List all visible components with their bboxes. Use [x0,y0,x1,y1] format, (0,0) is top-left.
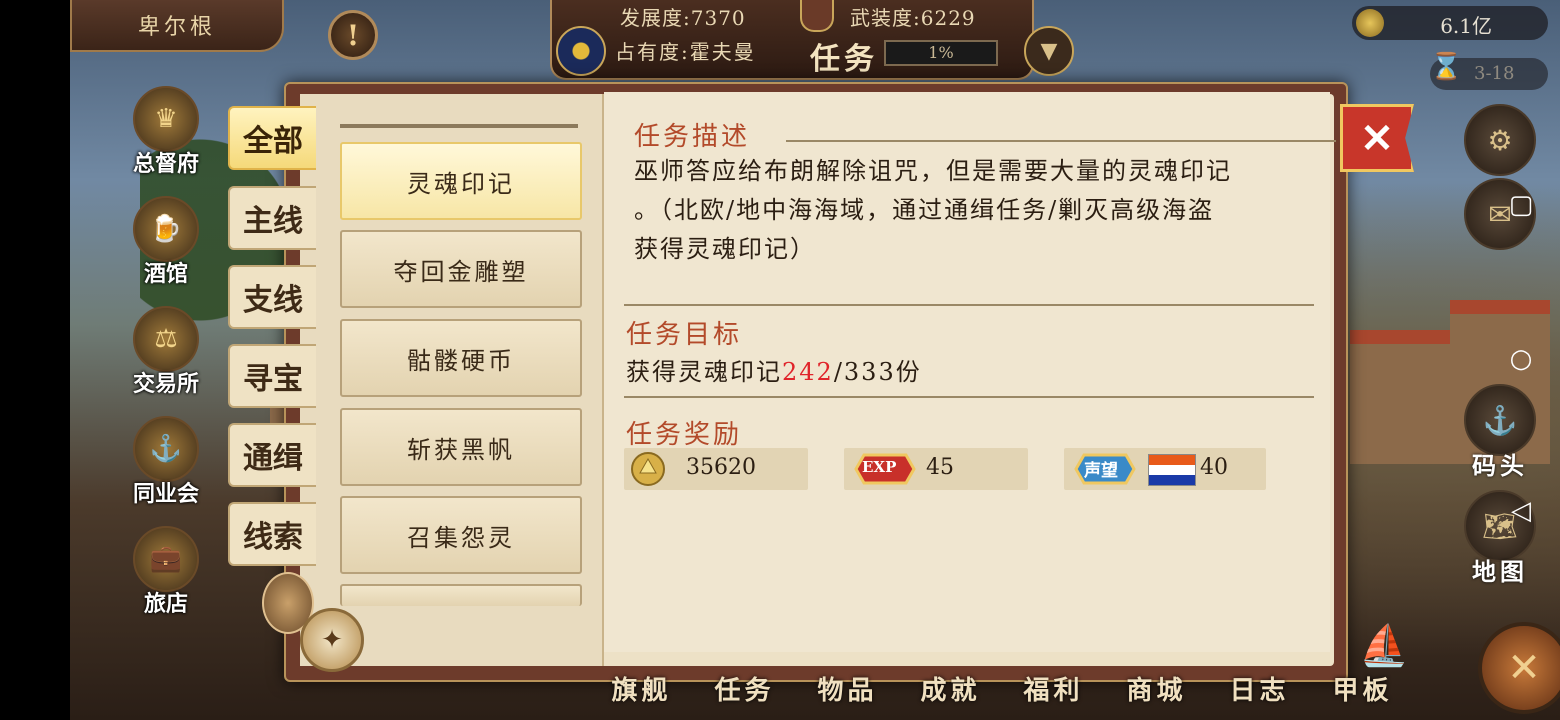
target-heading: 任务目标 [626,320,743,350]
armament-value: 6229 [920,6,976,30]
list-divider [340,124,578,128]
ownership-stat: 占有度:霍夫曼 [615,36,756,65]
list-item[interactable]: 斩获黑帆 [340,408,582,486]
gear-icon: ⚙ [1464,104,1536,176]
development-value: 7370 [690,6,746,30]
quest-target: 获得灵魂印记242/333份 [626,352,922,387]
close-button[interactable]: ✕ [1340,104,1414,172]
reward-exp: EXP 45 [844,448,1028,490]
list-item[interactable]: 夺回金雕塑 [340,230,582,308]
exchange-button[interactable]: ⚖ 交易所 [128,306,204,398]
target-label: 获得灵魂印记 [626,358,782,386]
tab-side[interactable]: 支线 [228,265,316,329]
gold-value: 6.1亿 [1440,14,1492,38]
tavern-button[interactable]: 🍺 酒馆 [128,196,204,288]
section-divider [624,304,1314,306]
quest-description: 巫师答应给布朗解除诅咒，但是需要大量的灵魂印记 。（北欧/地中海海域，通过通缉任… [634,152,1294,269]
home-icon[interactable]: ○ [1506,344,1536,374]
nav-deck[interactable]: 甲板 [1311,670,1414,720]
list-item[interactable]: 召集怨灵 [340,496,582,574]
nation-emblem-icon[interactable] [556,26,606,76]
suitcase-icon: 💼 [133,526,199,592]
nav-items[interactable]: 物品 [796,670,899,720]
ownership-label: 占有度: [615,40,690,64]
anchor-shield-icon: ⚓ [133,416,199,482]
netherlands-flag-icon [1148,454,1196,486]
page-title: 任务 [810,42,878,77]
hourglass-icon: ⌛ [1430,52,1463,82]
house-decoration [1350,330,1460,464]
nav-achievements[interactable]: 成就 [899,670,1002,720]
guild-button[interactable]: ⚓ 同业会 [128,416,204,508]
tab-clue[interactable]: 线索 [228,502,316,566]
bottom-nav: 旗舰 任务 物品 成就 福利 商城 日志 甲板 [590,670,1450,720]
reward-gold: 35620 [624,448,808,490]
description-line: 获得灵魂印记） [634,235,816,263]
dock-button[interactable]: ⚓ 码头 [1460,384,1540,481]
left-menu-label: 酒馆 [143,261,188,287]
tab-treasure[interactable]: 寻宝 [228,344,316,408]
nav-flagship[interactable]: 旗舰 [590,670,693,720]
reward-reputation: 声望 40 [1064,448,1266,490]
crown-icon: ♛ [133,86,199,152]
description-heading: 任务描述 [634,122,751,152]
list-item[interactable]: 灵魂印记 [340,142,582,220]
armament-stat: 武装度:6229 [850,2,976,31]
target-total: /333份 [833,358,922,386]
city-name-label: 卑尔根 [137,15,216,40]
reward-value: 40 [1200,455,1228,480]
city-name[interactable]: 卑尔根 [70,0,284,52]
settings-button[interactable]: ⚙ [1460,104,1540,176]
list-item-partial[interactable] [340,584,582,606]
heading-rule [786,140,1336,142]
nav-quest[interactable]: 任务 [693,670,796,720]
armament-label: 武装度: [850,6,921,30]
ownership-progress: 1% [884,40,998,66]
nav-shop[interactable]: 商城 [1105,670,1208,720]
chevron-down-icon[interactable]: ▼ [1024,26,1074,76]
reputation-badge-label: 声望 [1084,461,1118,481]
reward-value: 45 [926,455,954,480]
beer-mug-icon: 🍺 [133,196,199,262]
right-menu-label: 地图 [1472,557,1528,586]
gold-coin-icon [631,452,665,486]
left-menu-label: 旅店 [143,591,188,617]
tab-all[interactable]: 全部 [228,106,316,170]
development-stat: 发展度:7370 [620,2,746,31]
right-menu-label: 码头 [1472,451,1528,480]
tab-main[interactable]: 主线 [228,186,316,250]
back-icon[interactable]: ◁ [1506,496,1536,526]
inn-button[interactable]: 💼 旅店 [128,526,204,618]
description-line: 巫师答应给布朗解除诅咒，但是需要大量的灵魂印记 [634,157,1232,185]
governor-office-button[interactable]: ♛ 总督府 [128,86,204,178]
compass-icon: ✦ [300,608,364,672]
ship-wheel-icon[interactable]: ✕ [1478,622,1560,714]
recent-apps-icon[interactable]: ▢ [1506,190,1536,220]
ownership-value: 霍夫曼 [689,40,756,64]
reward-heading: 任务奖励 [626,420,743,450]
gold-display[interactable]: 6.1亿 [1352,6,1548,40]
nav-welfare[interactable]: 福利 [1002,670,1105,720]
reward-value: 35620 [686,455,756,480]
list-item[interactable]: 骷髅硬币 [340,319,582,397]
time-value: 3-18 [1474,63,1515,84]
left-menu-label: 交易所 [132,371,199,397]
left-menu-label: 同业会 [132,481,199,507]
gold-coin-icon [1356,9,1384,37]
description-line: 。（北欧/地中海海域，通过通缉任务/剿灭高级海盗 [634,196,1215,224]
exp-badge-label: EXP [862,458,897,476]
alert-button[interactable]: ! [328,10,378,60]
time-display: ⌛ 3-18 [1430,52,1548,90]
target-current: 242 [782,358,834,386]
section-divider [624,396,1314,398]
tab-wanted[interactable]: 通缉 [228,423,316,487]
scale-icon: ⚖ [133,306,199,372]
nav-log[interactable]: 日志 [1208,670,1311,720]
development-label: 发展度: [620,6,691,30]
left-menu-label: 总督府 [132,151,199,177]
shield-ornament [800,0,834,32]
